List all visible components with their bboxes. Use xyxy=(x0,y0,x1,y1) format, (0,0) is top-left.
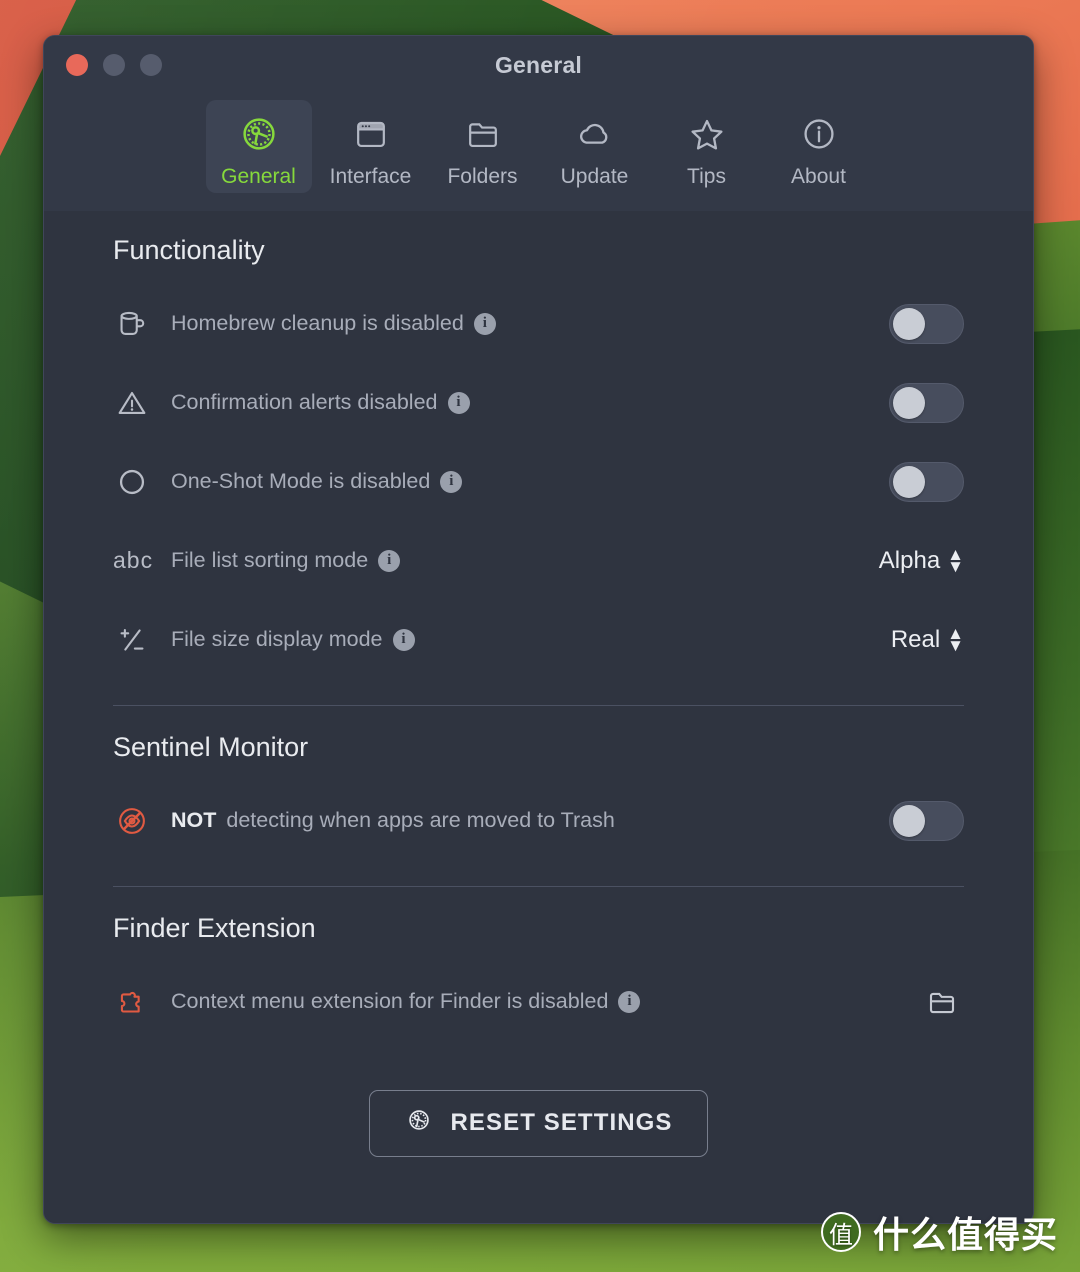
watermark-logo-icon: 值 xyxy=(820,1212,861,1252)
plus-minus-icon xyxy=(113,621,171,659)
row-file-list-sorting: abc File list sorting mode i Alpha ▲ ▼ xyxy=(44,521,1033,600)
tab-about[interactable]: About xyxy=(766,100,872,193)
row-label-text: Homebrew cleanup is disabled xyxy=(171,311,464,335)
row-homebrew-cleanup: Homebrew cleanup is disabled i xyxy=(44,284,1033,363)
tab-folders[interactable]: Folders xyxy=(430,100,536,193)
window-titlebar: General xyxy=(44,36,1033,94)
cloud-icon xyxy=(572,110,618,158)
row-label: File size display mode i xyxy=(171,627,891,652)
section-divider-1 xyxy=(113,705,964,706)
tab-interface[interactable]: Interface xyxy=(318,100,424,193)
warning-triangle-icon xyxy=(113,384,171,422)
toggle-confirmation-alerts[interactable] xyxy=(889,382,964,423)
stepper-value: Real xyxy=(890,625,941,653)
tab-about-label: About xyxy=(791,165,846,188)
info-circle-icon xyxy=(796,110,842,158)
window-footer: RESET SETTINGS xyxy=(44,1041,1033,1223)
toggle-knob xyxy=(893,804,925,837)
folder-icon xyxy=(461,110,505,158)
toggle-knob xyxy=(893,465,925,498)
tab-tips[interactable]: Tips xyxy=(654,100,760,193)
section-title-sentinel: Sentinel Monitor xyxy=(113,732,309,762)
row-label-text: detecting when apps are moved to Trash xyxy=(226,808,615,832)
row-finder-context-menu: Context menu extension for Finder is dis… xyxy=(44,962,1033,1041)
toggle-one-shot-mode[interactable] xyxy=(889,461,964,502)
settings-window: General General Interface Folders Update… xyxy=(43,35,1034,1224)
tab-general[interactable]: General xyxy=(205,100,312,193)
toggle-knob xyxy=(893,307,925,340)
stepper-file-list-sorting[interactable]: Alpha ▲ ▼ xyxy=(878,545,964,576)
row-label: File list sorting mode i xyxy=(171,548,879,573)
watermark: 值 什么值得买 xyxy=(820,1206,1058,1258)
row-label: Context menu extension for Finder is dis… xyxy=(171,989,920,1014)
tab-tips-label: Tips xyxy=(687,165,726,188)
window-icon xyxy=(349,110,393,158)
chevron-updown-icon: ▲ ▼ xyxy=(947,545,964,576)
star-icon xyxy=(684,110,730,158)
row-label: Confirmation alerts disabled i xyxy=(171,390,889,415)
row-label-text: File list sorting mode xyxy=(171,548,369,572)
watermark-text: 什么值得买 xyxy=(872,1215,1058,1256)
row-label: NOT detecting when apps are moved to Tra… xyxy=(171,808,889,833)
info-icon[interactable]: i xyxy=(440,470,463,493)
puzzle-piece-icon xyxy=(113,983,171,1021)
tab-toolbar: General Interface Folders Update Tips Ab… xyxy=(44,94,1033,211)
circle-icon xyxy=(113,463,171,501)
desktop-wallpaper: General General Interface Folders Update… xyxy=(0,0,1080,1272)
row-label: Homebrew cleanup is disabled i xyxy=(171,311,889,336)
settings-content: Functionality Homebrew cleanup is disabl… xyxy=(44,211,1033,1223)
row-label: One-Shot Mode is disabled i xyxy=(171,469,889,494)
toggle-sentinel-monitor[interactable] xyxy=(889,800,964,841)
info-icon[interactable]: i xyxy=(473,312,496,335)
gear-icon xyxy=(404,1105,434,1142)
abc-text-icon: abc xyxy=(113,547,154,573)
toggle-knob xyxy=(893,386,925,419)
section-title-functionality: Functionality xyxy=(113,235,265,265)
stepper-file-size-display[interactable]: Real ▲ ▼ xyxy=(890,624,964,655)
eye-slash-icon xyxy=(113,802,171,840)
row-label-text: Context menu extension for Finder is dis… xyxy=(171,989,609,1013)
row-label-text: Confirmation alerts disabled xyxy=(171,390,438,414)
tab-interface-label: Interface xyxy=(329,165,412,188)
chevron-updown-icon: ▲ ▼ xyxy=(947,624,964,655)
info-icon[interactable]: i xyxy=(447,391,470,414)
mug-icon xyxy=(113,305,171,343)
gear-icon xyxy=(236,110,282,158)
row-label-strong: NOT xyxy=(171,808,217,832)
open-folder-button[interactable] xyxy=(920,980,964,1024)
info-icon[interactable]: i xyxy=(618,990,641,1013)
tab-folders-label: Folders xyxy=(447,165,518,188)
row-confirmation-alerts: Confirmation alerts disabled i xyxy=(44,363,1033,442)
info-icon[interactable]: i xyxy=(378,549,401,572)
tab-update[interactable]: Update xyxy=(542,100,648,193)
info-icon[interactable]: i xyxy=(392,628,415,651)
tab-general-label: General xyxy=(221,165,296,188)
stepper-value: Alpha xyxy=(878,546,941,574)
reset-settings-label: RESET SETTINGS xyxy=(450,1109,673,1136)
toggle-homebrew-cleanup[interactable] xyxy=(889,303,964,344)
row-label-text: One-Shot Mode is disabled xyxy=(171,469,431,493)
window-title: General xyxy=(494,51,583,78)
row-label-text: File size display mode xyxy=(171,627,383,651)
row-one-shot-mode: One-Shot Mode is disabled i xyxy=(44,442,1033,521)
reset-settings-button[interactable]: RESET SETTINGS xyxy=(369,1089,708,1157)
row-file-size-display: File size display mode i Real ▲ ▼ xyxy=(44,600,1033,679)
section-title-finder-extension: Finder Extension xyxy=(113,913,316,943)
section-divider-2 xyxy=(113,886,964,887)
tab-update-label: Update xyxy=(560,165,629,188)
row-sentinel-monitor: NOT detecting when apps are moved to Tra… xyxy=(44,781,1033,860)
